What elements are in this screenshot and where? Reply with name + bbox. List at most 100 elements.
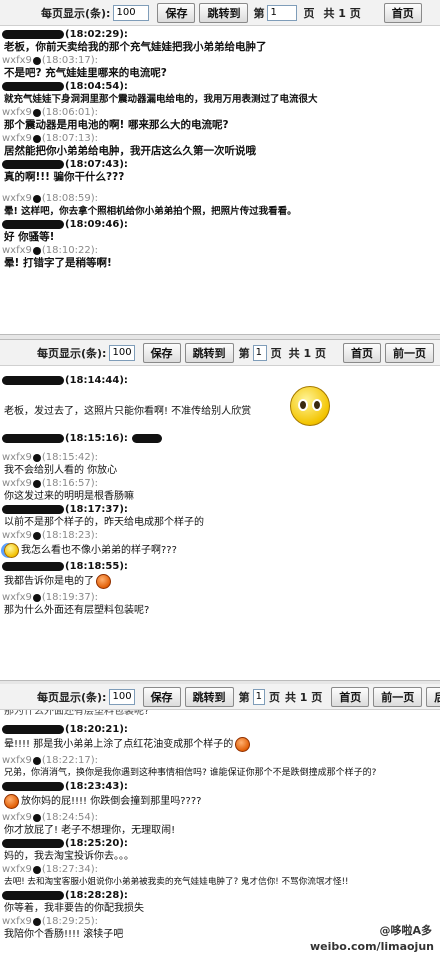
message-header: (18:17:37): [2,503,438,516]
message-header: wxfx9 (18:15:42): [2,452,98,463]
message-text-cut: 那为什么外面还有层塑料包装呢? [4,710,150,717]
message-text: 居然能把你小弟弟给电肿，我开店这么久第一次听说哦 [4,145,256,157]
first-page-button[interactable]: 首页 [343,342,381,363]
message-header: wxfx9 (18:03:17): [2,55,98,66]
message-header: wxfx9 (18:08:59): [2,193,98,204]
redaction-blot [2,434,64,443]
prev-page-button[interactable]: 前一页 [385,342,434,363]
redaction-blot [2,505,64,514]
redaction-blot [2,220,64,229]
message-text: 那为什么外面还有层塑料包装呢? [4,605,150,616]
page-input[interactable]: 1 [267,4,298,21]
message-text: 晕! 打错字了是稍等啊! [4,257,112,269]
message-header: wxfx9 (18:22:17): [2,755,98,766]
message-text: 好 你骚等! [4,231,55,243]
message-header: wxfx9 (18:24:54): [2,812,98,823]
redaction-blot [2,30,64,39]
message-text: 放你妈的屁!!!! 你跌倒会撞到那里吗???? [2,793,438,811]
message-text: 你才放屁了! 老子不想理你，无理取闹! [4,825,176,836]
message-header: wxfx9 (18:18:23): [2,530,98,541]
per-page-label: 每页显示(条): [37,346,107,360]
message-list: 那为什么外面还有层塑料包装呢? (18:20:21): 晕!!!! 那是我小弟弟… [0,710,440,941]
message-text: 那个震动器是用电池的啊! 哪来那么大的电流呢? [4,119,229,131]
redaction-blot [2,725,64,734]
first-page-button[interactable]: 首页 [383,2,422,23]
message-header: wxfx9 (18:29:25): [2,916,98,927]
message-header: wxfx9 (18:10:22): [2,245,98,256]
message-text: 以前不是那个样子的，昨天给电成那个样子的 [4,517,204,528]
redaction-dot [32,194,41,203]
save-button[interactable]: 保存 [142,342,181,363]
page-prefix: 第 [238,690,250,704]
watermark-handle: @哆啦A多 [379,924,432,937]
first-page-button[interactable]: 首页 [331,686,370,707]
message-header: (18:07:43): [2,158,438,171]
message-text: 我不会给别人看的 你放心 [4,465,118,476]
per-page-input[interactable]: 100 [109,344,135,361]
save-button[interactable]: 保存 [142,686,181,707]
shy-emoticon-icon [290,386,330,426]
total-pages: 共 1 页 [323,6,361,20]
message-header: wxfx9 (18:16:57): [2,478,98,489]
redaction-dot [32,246,41,255]
redaction-blot [2,376,64,385]
message-header: wxfx9 (18:27:34): [2,864,98,875]
save-button[interactable]: 保存 [157,2,196,23]
message-text: 就充气娃娃下身洞洞里那个震动器漏电给电的，我用万用表测过了电流很大 [4,94,318,105]
jump-button[interactable]: 跳转到 [184,686,234,707]
sweat-emoticon-icon [4,542,19,558]
message-text: 去吧! 去和淘宝客服小姐说你小弟弟被我卖的充气娃娃电肿了? 鬼才信你! 不骂你流… [4,877,349,887]
message-header: (18:20:21): [2,723,438,736]
redaction-blot [2,82,64,91]
watermark-url: weibo.com/limaojun [310,940,434,953]
message-text: 老板，你前天卖给我的那个充气娃娃把我小弟弟给电肿了 [4,41,267,53]
per-page-input[interactable]: 100 [109,688,135,705]
message-text: 妈的，我去淘宝投诉你去。。。 [4,851,134,862]
redaction-dot [32,813,41,822]
message-header: (18:18:55): [2,560,438,573]
pagination-toolbar: 每页显示(条): 100 保存 跳转到 第 1 页 共 1 页 首页 前一页 后… [0,684,440,710]
angry-emoticon-icon [96,573,111,589]
redaction-dot [32,479,41,488]
pagination-toolbar: 每页显示(条): 100 保存 跳转到 第 1 页 共 1 页 首页 [0,0,440,26]
redaction-blot [131,434,162,443]
message-header: (18:28:28): [2,889,438,902]
prev-page-button[interactable]: 前一页 [373,686,423,707]
message-header: wxfx9 (18:06:01): [2,107,98,118]
chat-panel-1: 每页显示(条): 100 保存 跳转到 第 1 页 共 1 页 首页 (18:0… [0,0,440,334]
message-text: 你等着，我非要告的你配我损失 [4,903,144,914]
redaction-blot [2,562,64,571]
redaction-dot [32,531,41,540]
per-page-input[interactable]: 100 [113,4,150,21]
pagination-toolbar: 每页显示(条): 100 保存 跳转到 第 1 页 共 1 页 首页 前一页 [0,340,440,366]
page-input[interactable]: 1 [252,344,267,361]
redaction-blot [2,891,64,900]
message-header: (18:04:54): [2,80,438,93]
total-pages: 共 1 页 [288,346,326,360]
redaction-dot [32,134,41,143]
message-header: (18:14:44): [2,374,438,387]
message-text: 你这发过来的明明是根香肠嘛 [4,491,134,502]
angry-emoticon-icon [235,736,251,752]
redaction-dot [32,593,41,602]
total-pages: 共 1 页 [284,690,323,704]
redaction-blot [2,839,64,848]
redaction-dot [32,108,41,117]
next-page-button[interactable]: 后一 [426,686,440,707]
page-input[interactable]: 1 [252,688,265,705]
message-header: (18:25:20): [2,837,438,850]
per-page-label: 每页显示(条): [37,690,107,704]
message-text: 老板，发过去了，这照片只能你看啊! 不准传给别人欣赏 [4,406,252,417]
redaction-blot [2,160,64,169]
message-text: 真的啊!!! 骗你干什么??? [4,171,125,183]
jump-button[interactable]: 跳转到 [199,2,249,23]
redaction-dot [32,917,41,926]
page-suffix: 页 [303,6,315,20]
message-text: 我都告诉你是电的了 [2,573,438,591]
message-header: (18:09:46): [2,218,438,231]
message-header: (18:02:29): [2,28,438,41]
page-prefix: 第 [253,6,265,20]
message-header: (18:23:43): [2,780,438,793]
jump-button[interactable]: 跳转到 [184,342,234,363]
message-text: 兄弟，你消消气，换你是我你遇到这种事情相信吗? 谁能保证你那个不是跌倒撞成那个样… [4,768,377,778]
